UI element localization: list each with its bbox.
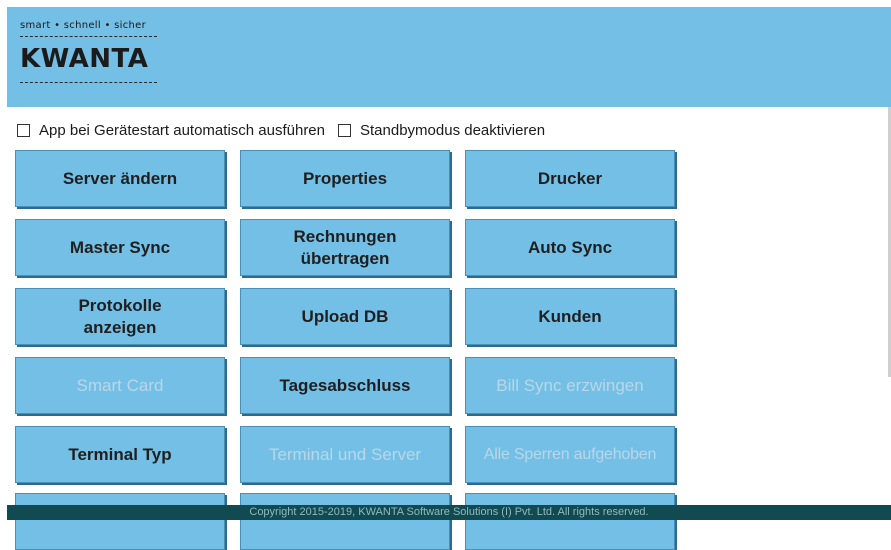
brand-tagline: smart • schnell • sicher <box>20 20 147 31</box>
next-row-button-2[interactable] <box>240 493 450 550</box>
autostart-checkbox[interactable] <box>17 123 30 137</box>
rechnungen-uebertragen-button[interactable]: Rechnungen übertragen <box>240 219 450 276</box>
kunden-button[interactable]: Kunden <box>465 288 675 345</box>
brand-logo: KWANTA <box>20 44 149 74</box>
brand-block: smart • schnell • sicher KWANTA <box>20 20 160 83</box>
drucker-button[interactable]: Drucker <box>465 150 675 207</box>
standby-option[interactable]: Standbymodus deaktivieren <box>338 122 545 139</box>
autostart-label: App bei Gerätestart automatisch ausführe… <box>39 121 325 139</box>
smart-card-button: Smart Card <box>15 357 225 414</box>
terminal-typ-button[interactable]: Terminal Typ <box>15 426 225 483</box>
terminal-und-server-button: Terminal und Server <box>240 426 450 483</box>
server-aendern-button[interactable]: Server ändern <box>15 150 225 207</box>
properties-button[interactable]: Properties <box>240 150 450 207</box>
tagesabschluss-button[interactable]: Tagesabschluss <box>240 357 450 414</box>
bill-sync-erzwingen-button: Bill Sync erzwingen <box>465 357 675 414</box>
app-header: smart • schnell • sicher KWANTA <box>7 7 891 107</box>
standby-checkbox[interactable] <box>338 123 351 137</box>
options-row: App bei Gerätestart automatisch ausführe… <box>17 120 558 140</box>
standby-label: Standbymodus deaktivieren <box>360 121 546 139</box>
brand-divider-bottom <box>20 82 157 83</box>
protokolle-anzeigen-button[interactable]: Protokolle anzeigen <box>15 288 225 345</box>
upload-db-button[interactable]: Upload DB <box>240 288 450 345</box>
next-row-button-3[interactable] <box>465 493 675 550</box>
master-sync-button[interactable]: Master Sync <box>15 219 225 276</box>
auto-sync-button[interactable]: Auto Sync <box>465 219 675 276</box>
next-row-button-1[interactable] <box>15 493 225 550</box>
brand-divider-top <box>20 36 157 37</box>
copyright-footer: Copyright 2015-2019, KWANTA Software Sol… <box>7 505 891 520</box>
alle-sperren-aufgehoben-button: Alle Sperren aufgehoben <box>465 426 675 483</box>
autostart-option[interactable]: App bei Gerätestart automatisch ausführe… <box>17 122 325 139</box>
